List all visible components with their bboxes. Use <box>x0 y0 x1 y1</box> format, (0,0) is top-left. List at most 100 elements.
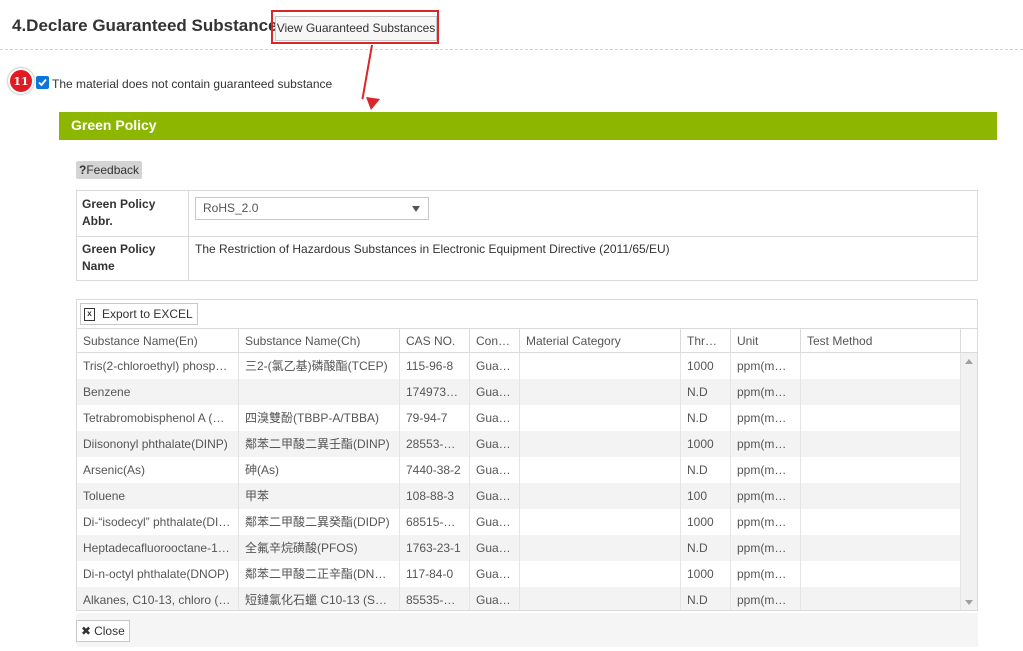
table-cell: 28553-… <box>400 431 470 457</box>
close-label: Close <box>94 624 125 638</box>
policy-abbr-select[interactable]: RoHS_2.0 <box>195 197 429 220</box>
table-cell: 1763-23-1 <box>400 535 470 561</box>
table-cell: Benzene <box>77 379 239 405</box>
policy-abbr-label: Green Policy Abbr. <box>77 191 189 236</box>
table-cell: Gua… <box>470 587 520 610</box>
table-cell <box>801 587 961 610</box>
table-cell: Tris(2-chloroethyl) phosp… <box>77 353 239 379</box>
table-cell: Tetrabromobisphenol A (… <box>77 405 239 431</box>
export-excel-button[interactable]: x Export to EXCEL <box>80 303 198 325</box>
step-badge: 11 <box>8 68 34 94</box>
table-cell <box>801 535 961 561</box>
table-cell: N.D <box>681 379 731 405</box>
no-guaranteed-substance-checkbox[interactable] <box>36 76 49 89</box>
table-cell: Gua… <box>470 353 520 379</box>
table-cell: Gua… <box>470 561 520 587</box>
table-row[interactable]: Toluene 甲苯 108-88-3 Gua… 100 ppm(m… <box>77 483 961 509</box>
section-divider <box>0 49 1023 50</box>
table-row[interactable]: Tetrabromobisphenol A (… 四溴雙酚(TBBP-A/TBBA… <box>77 405 961 431</box>
table-cell <box>520 379 681 405</box>
table-row[interactable]: Tris(2-chloroethyl) phosp… 三2-(氯乙基)磷酸酯(TC… <box>77 353 961 379</box>
table-cell: ppm(m… <box>731 457 801 483</box>
table-cell: ppm(m… <box>731 561 801 587</box>
table-cell: 三2-(氯乙基)磷酸酯(TCEP) <box>239 353 400 379</box>
close-button[interactable]: ✖ Close <box>76 620 130 642</box>
table-cell: Gua… <box>470 483 520 509</box>
policy-name-label: Green Policy Name <box>77 236 189 281</box>
table-cell: N.D <box>681 535 731 561</box>
table-cell: ppm(m… <box>731 509 801 535</box>
table-cell: ppm(m… <box>731 535 801 561</box>
table-cell <box>520 509 681 535</box>
table-row[interactable]: Arsenic(As) 砷(As) 7440-38-2 Gua… N.D ppm(m… <box>77 457 961 483</box>
checkmark-icon <box>38 78 47 87</box>
column-header[interactable]: Con… <box>470 329 520 353</box>
table-cell: 68515-… <box>400 509 470 535</box>
table-cell: Toluene <box>77 483 239 509</box>
grid-scrollbar[interactable] <box>961 353 977 610</box>
table-cell: N.D <box>681 587 731 610</box>
table-cell <box>801 509 961 535</box>
column-header[interactable]: Material Category <box>520 329 681 353</box>
excel-icon: x <box>84 307 95 321</box>
table-cell: 1000 <box>681 431 731 457</box>
table-cell: 甲苯 <box>239 483 400 509</box>
table-cell <box>520 535 681 561</box>
policy-abbr-row: Green Policy Abbr. RoHS_2.0 <box>77 191 977 237</box>
table-row[interactable]: Heptadecafluorooctane-1… 全氟辛烷磺酸(PFOS) 1763… <box>77 535 961 561</box>
table-cell: 鄰苯二甲酸二異壬酯(DINP) <box>239 431 400 457</box>
table-cell: Gua… <box>470 535 520 561</box>
table-cell <box>520 405 681 431</box>
table-row[interactable]: Di-n-octyl phthalate(DNOP) 鄰苯二甲酸二正辛酯(DN… 1… <box>77 561 961 587</box>
table-cell: 全氟辛烷磺酸(PFOS) <box>239 535 400 561</box>
table-cell: 鄰苯二甲酸二異癸酯(DIDP) <box>239 509 400 535</box>
policy-name-value: The Restriction of Hazardous Substances … <box>195 242 670 256</box>
column-header[interactable]: CAS NO. <box>400 329 470 353</box>
grid-toolbar: x Export to EXCEL <box>77 300 977 329</box>
table-row[interactable]: Benzene 174973… Gua… N.D ppm(m… <box>77 379 961 405</box>
substances-grid: x Export to EXCEL Substance Name(En) Subs… <box>76 299 978 611</box>
column-header[interactable]: Substance Name(En) <box>77 329 239 353</box>
table-cell <box>520 587 681 610</box>
table-cell <box>801 405 961 431</box>
scroll-down-icon[interactable] <box>965 600 973 605</box>
table-cell <box>520 483 681 509</box>
table-cell <box>520 457 681 483</box>
caret-down-icon <box>412 206 420 212</box>
panel-title: Green Policy <box>59 112 997 140</box>
table-cell: 115-96-8 <box>400 353 470 379</box>
view-guaranteed-substances-button[interactable]: View Guaranteed Substances <box>275 16 437 41</box>
table-cell: ppm(m… <box>731 379 801 405</box>
table-row[interactable]: Di-“isodecyl” phthalate(DI… 鄰苯二甲酸二異癸酯(DID… <box>77 509 961 535</box>
table-row[interactable]: Alkanes, C10-13, chloro (… 短鏈氯化石蠟 C10-13 … <box>77 587 961 610</box>
footer-bar <box>76 613 978 647</box>
table-cell: 100 <box>681 483 731 509</box>
table-cell: 1000 <box>681 561 731 587</box>
table-row[interactable]: Diisononyl phthalate(DINP) 鄰苯二甲酸二異壬酯(DINP… <box>77 431 961 457</box>
grid-header: Substance Name(En) Substance Name(Ch) CAS … <box>77 329 977 353</box>
table-cell: Di-n-octyl phthalate(DNOP) <box>77 561 239 587</box>
table-cell: 79-94-7 <box>400 405 470 431</box>
table-cell: ppm(m… <box>731 405 801 431</box>
table-cell: ppm(m… <box>731 431 801 457</box>
table-cell: Arsenic(As) <box>77 457 239 483</box>
table-cell: 短鏈氯化石蠟 C10-13 (S… <box>239 587 400 610</box>
table-cell: Gua… <box>470 431 520 457</box>
table-cell: 四溴雙酚(TBBP-A/TBBA) <box>239 405 400 431</box>
close-icon: ✖ <box>81 624 92 638</box>
column-header[interactable]: Substance Name(Ch) <box>239 329 400 353</box>
policy-name-row: Green Policy Name The Restriction of Haz… <box>77 236 977 281</box>
column-header[interactable]: Test Method <box>801 329 961 353</box>
table-cell <box>801 431 961 457</box>
section-title: 4.Declare Guaranteed Substances <box>12 16 287 35</box>
table-cell <box>801 561 961 587</box>
scroll-up-icon[interactable] <box>965 359 973 364</box>
column-header[interactable]: Unit <box>731 329 801 353</box>
column-header[interactable]: Thr… <box>681 329 731 353</box>
table-cell: 鄰苯二甲酸二正辛酯(DN… <box>239 561 400 587</box>
feedback-button[interactable]: ?Feedback <box>76 161 143 179</box>
table-cell: Heptadecafluorooctane-1… <box>77 535 239 561</box>
table-cell <box>801 379 961 405</box>
page: 4.Declare Guaranteed Substances View Gua… <box>0 0 1023 651</box>
table-cell: 117-84-0 <box>400 561 470 587</box>
